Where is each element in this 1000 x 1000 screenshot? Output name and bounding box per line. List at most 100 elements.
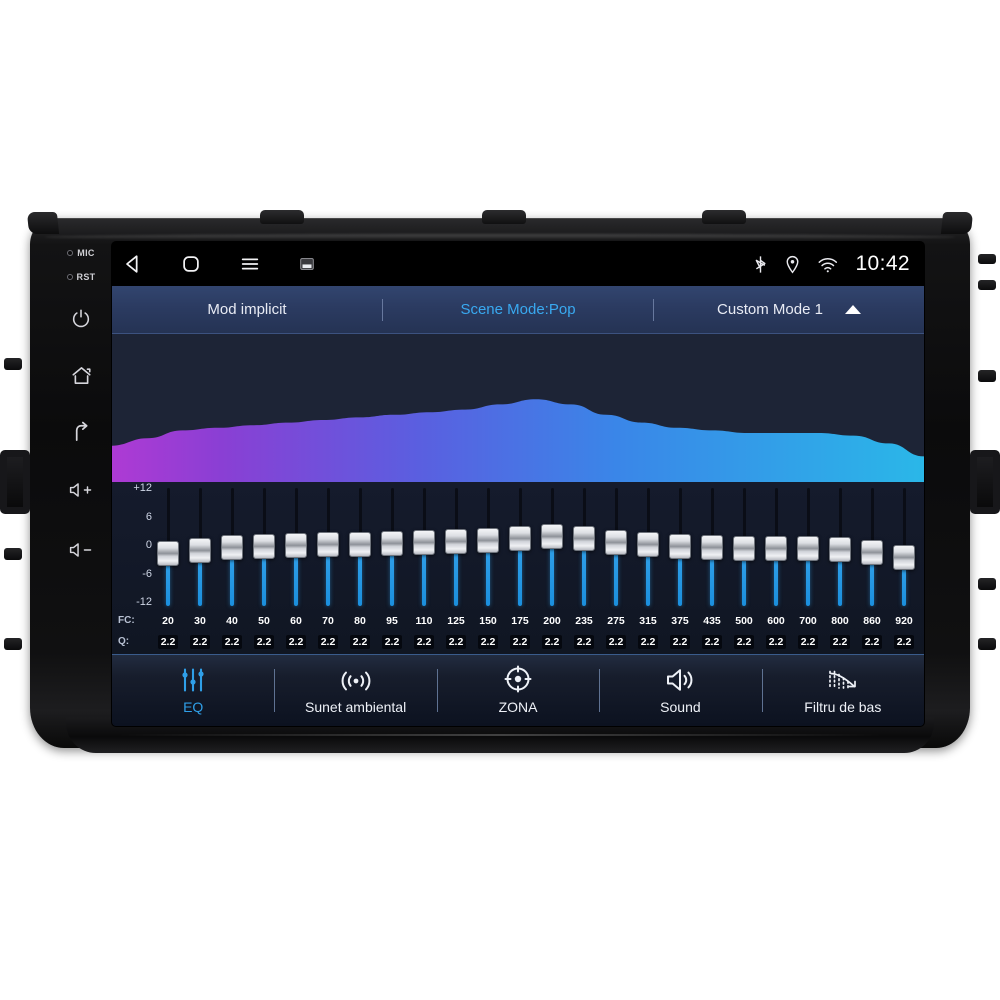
eq-fader[interactable] — [888, 484, 920, 610]
q-value[interactable]: 2.2 — [600, 634, 632, 649]
fader-thumb[interactable] — [157, 541, 179, 566]
eq-fader-list[interactable] — [152, 484, 920, 610]
eq-fader[interactable] — [728, 484, 760, 610]
eq-fader[interactable] — [440, 484, 472, 610]
eq-fader[interactable] — [408, 484, 440, 610]
eq-fader[interactable] — [280, 484, 312, 610]
fader-thumb[interactable] — [285, 533, 307, 559]
q-value[interactable]: 2.2 — [184, 634, 216, 649]
fader-thumb[interactable] — [797, 536, 819, 562]
eq-fader[interactable] — [472, 484, 504, 610]
fader-thumb[interactable] — [541, 523, 563, 549]
q-value[interactable]: 2.2 — [248, 634, 280, 649]
fader-thumb[interactable] — [445, 528, 467, 554]
q-value[interactable]: 2.2 — [536, 634, 568, 649]
eq-fader[interactable] — [664, 484, 696, 610]
q-value[interactable]: 2.2 — [408, 634, 440, 649]
q-value[interactable]: 2.2 — [856, 634, 888, 649]
fc-value: 800 — [831, 614, 849, 627]
power-button[interactable] — [70, 308, 92, 330]
fader-thumb[interactable] — [573, 525, 595, 551]
fader-thumb[interactable] — [189, 538, 211, 564]
eq-fader[interactable] — [312, 484, 344, 610]
q-value[interactable]: 2.2 — [696, 634, 728, 649]
fader-thumb[interactable] — [221, 535, 243, 561]
back-triangle-icon[interactable] — [122, 253, 144, 275]
eq-fader[interactable] — [760, 484, 792, 610]
q-value[interactable]: 2.2 — [216, 634, 248, 649]
fader-thumb[interactable] — [829, 537, 851, 563]
custom-mode-button[interactable]: Custom Mode 1 — [654, 301, 924, 318]
q-value[interactable]: 2.2 — [888, 634, 920, 649]
q-value[interactable]: 2.2 — [760, 634, 792, 649]
touchscreen[interactable]: 10:42 Mod implicit Scene Mode:Pop Custom… — [112, 242, 924, 726]
eq-fader[interactable] — [184, 484, 216, 610]
chevron-up-icon[interactable] — [844, 305, 861, 314]
q-value[interactable]: 2.2 — [568, 634, 600, 649]
eq-fader[interactable] — [824, 484, 856, 610]
back-button[interactable] — [70, 421, 93, 444]
fader-thumb[interactable] — [861, 540, 883, 566]
tab-sunet-ambiental[interactable]: Sunet ambiental — [274, 655, 436, 726]
menu-lines-icon[interactable] — [238, 253, 262, 275]
q-value[interactable]: 2.2 — [152, 634, 184, 649]
q-value[interactable]: 2.2 — [376, 634, 408, 649]
reset-hole-icon[interactable] — [66, 274, 73, 280]
fader-thumb[interactable] — [349, 531, 371, 557]
q-value[interactable]: 2.2 — [632, 634, 664, 649]
eq-fader[interactable] — [504, 484, 536, 610]
volume-up-button[interactable] — [68, 480, 94, 500]
fader-thumb[interactable] — [893, 544, 915, 570]
screenshot-icon[interactable] — [298, 255, 316, 273]
fader-thumb[interactable] — [605, 529, 627, 555]
q-value[interactable]: 2.2 — [728, 634, 760, 649]
eq-fader[interactable] — [344, 484, 376, 610]
q-value[interactable]: 2.2 — [792, 634, 824, 649]
eq-fader[interactable] — [376, 484, 408, 610]
q-value[interactable]: 2.2 — [312, 634, 344, 649]
eq-fader[interactable] — [600, 484, 632, 610]
q-value[interactable]: 2.2 — [472, 634, 504, 649]
eq-faders-panel[interactable]: +12 6 0 -6 -12 FC: 20 30 40 50 60 70 80 95 110 125 150… — [112, 482, 924, 654]
eq-fader[interactable] — [248, 484, 280, 610]
eq-fader[interactable] — [856, 484, 888, 610]
fader-thumb[interactable] — [765, 536, 787, 562]
fader-thumb[interactable] — [381, 530, 403, 556]
q-value[interactable]: 2.2 — [280, 634, 312, 649]
eq-fader[interactable] — [216, 484, 248, 610]
eq-fader[interactable] — [632, 484, 664, 610]
fader-thumb[interactable] — [669, 534, 691, 560]
eq-fader[interactable] — [536, 484, 568, 610]
q-chip: 2.2 — [349, 634, 371, 649]
mount-clip-right-4 — [978, 578, 996, 590]
fader-thumb[interactable] — [317, 532, 339, 558]
q-value[interactable]: 2.2 — [504, 634, 536, 649]
fader-thumb[interactable] — [413, 529, 435, 555]
fader-thumb[interactable] — [253, 534, 275, 560]
fader-thumb[interactable] — [509, 525, 531, 551]
q-value[interactable]: 2.2 — [440, 634, 472, 649]
tab-sound[interactable]: Sound — [599, 655, 761, 726]
q-value[interactable]: 2.2 — [664, 634, 696, 649]
eq-fader[interactable] — [152, 484, 184, 610]
q-value[interactable]: 2.2 — [344, 634, 376, 649]
fader-thumb[interactable] — [733, 536, 755, 562]
home-button[interactable] — [70, 364, 93, 387]
q-value[interactable]: 2.2 — [824, 634, 856, 649]
audio-settings-tabbar[interactable]: EQ Sunet ambiental ZONA Sound Filtru de bas — [112, 654, 924, 726]
eq-fader[interactable] — [792, 484, 824, 610]
volume-down-button[interactable] — [68, 540, 94, 560]
reset-pinhole[interactable]: RST — [66, 272, 96, 282]
tab-filtru-de-bas[interactable]: Filtru de bas — [761, 655, 924, 726]
eq-fader[interactable] — [568, 484, 600, 610]
fader-thumb[interactable] — [637, 532, 659, 558]
tab-eq[interactable]: EQ — [112, 655, 274, 726]
eq-fader[interactable] — [696, 484, 728, 610]
scene-mode-button[interactable]: Scene Mode:Pop — [383, 301, 653, 318]
fader-thumb[interactable] — [701, 535, 723, 561]
fc-value: 150 — [479, 614, 497, 627]
home-square-icon[interactable] — [180, 253, 202, 275]
fader-thumb[interactable] — [477, 527, 499, 553]
tab-zona[interactable]: ZONA — [436, 655, 599, 726]
default-mode-button[interactable]: Mod implicit — [112, 301, 382, 318]
